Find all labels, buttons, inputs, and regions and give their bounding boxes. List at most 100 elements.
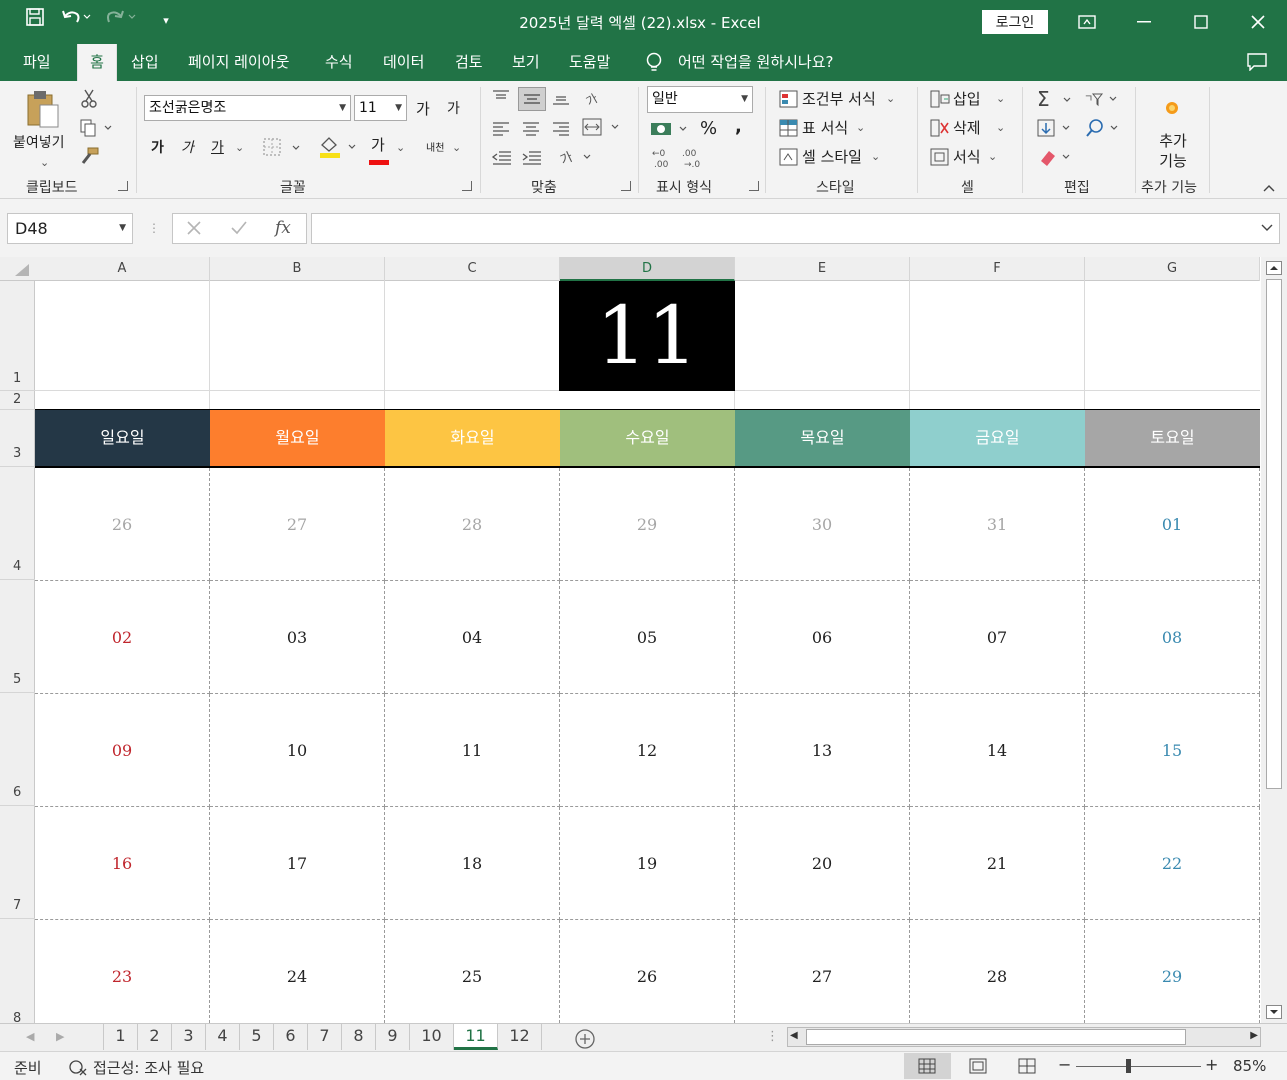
date-cell[interactable]: 28	[910, 920, 1085, 1023]
date-cell[interactable]: 25	[385, 920, 560, 1023]
sheet-tab[interactable]: 12	[498, 1024, 542, 1050]
fill-color-icon[interactable]	[318, 135, 360, 163]
scroll-down-icon[interactable]	[1266, 1005, 1282, 1023]
zoom-level[interactable]: 85%	[1233, 1057, 1266, 1075]
page-break-view-icon[interactable]	[1018, 1058, 1036, 1078]
row-header-5[interactable]: 5	[0, 580, 35, 693]
date-cell[interactable]: 14	[910, 694, 1085, 807]
sheet-tab[interactable]: 7	[308, 1024, 342, 1050]
weekday-header[interactable]: 토요일	[1085, 410, 1260, 466]
accessibility-status[interactable]: 접근성: 조사 필요	[93, 1057, 204, 1078]
row-header-4[interactable]: 4	[0, 467, 35, 580]
redo-icon[interactable]	[104, 8, 140, 34]
align-center-icon[interactable]	[521, 119, 541, 141]
collapse-ribbon-icon[interactable]	[1262, 182, 1276, 197]
tab-view[interactable]: 보기	[508, 44, 544, 81]
maximize-button[interactable]	[1172, 0, 1229, 44]
date-cell[interactable]: 10	[210, 694, 385, 807]
add-ins-icon[interactable]	[1164, 100, 1180, 120]
date-cell[interactable]: 26	[35, 468, 210, 581]
font-color-dropdown-icon[interactable]: ⌄	[396, 138, 405, 158]
worksheet-grid[interactable]: A B C D E F G 1 2 3 4 5 6 7 8 11 일요일 월요일 화…	[0, 257, 1287, 1023]
customize-qat-icon[interactable]: ▾	[158, 8, 174, 34]
conditional-formatting-icon[interactable]	[779, 90, 799, 112]
alignment-launcher-icon[interactable]	[621, 181, 631, 191]
tab-help[interactable]: 도움말	[565, 44, 614, 81]
weekday-header[interactable]: 금요일	[910, 410, 1085, 466]
number-format-combo[interactable]: 일반 ▼	[647, 86, 753, 113]
phonetic-button[interactable]: 내천	[426, 139, 444, 159]
merge-center-icon[interactable]	[582, 117, 624, 141]
font-size-combo[interactable]: 11 ▼	[354, 95, 407, 121]
formula-bar-splitter[interactable]: ⋮	[148, 221, 160, 235]
sheet-tab[interactable]: 10	[410, 1024, 454, 1050]
conditional-formatting-button[interactable]: 조건부 서식	[802, 89, 876, 109]
chevron-down-icon[interactable]: ⌄	[871, 147, 880, 167]
cut-icon[interactable]	[80, 89, 98, 113]
align-left-icon[interactable]	[491, 119, 511, 141]
font-launcher-icon[interactable]	[462, 181, 472, 191]
find-select-icon[interactable]	[1085, 118, 1125, 142]
tab-home[interactable]: 홈	[77, 44, 117, 81]
column-header-e[interactable]: E	[735, 257, 910, 281]
column-header-d[interactable]: D	[560, 257, 735, 281]
number-launcher-icon[interactable]	[749, 181, 759, 191]
row-header-1[interactable]: 1	[0, 281, 35, 391]
sheet-tab[interactable]: 9	[376, 1024, 410, 1050]
format-as-table-icon[interactable]	[779, 119, 799, 141]
autosum-icon[interactable]: Σ	[1037, 87, 1079, 114]
column-header-f[interactable]: F	[910, 257, 1085, 281]
month-number[interactable]: 11	[559, 281, 735, 391]
weekday-header[interactable]: 월요일	[210, 410, 385, 466]
comments-icon[interactable]	[1247, 53, 1267, 75]
scroll-left-icon[interactable]: ◀	[790, 1030, 798, 1041]
date-cell[interactable]: 16	[35, 807, 210, 920]
date-cell[interactable]: 07	[910, 581, 1085, 694]
add-ins-button[interactable]: 추가 기능	[1158, 131, 1188, 171]
zoom-out-icon[interactable]: −	[1058, 1055, 1071, 1074]
borders-icon[interactable]	[263, 138, 303, 162]
column-header-c[interactable]: C	[385, 257, 560, 281]
increase-indent-icon[interactable]	[521, 148, 543, 170]
date-cell[interactable]: 12	[560, 694, 735, 807]
formula-input[interactable]	[311, 213, 1280, 244]
scroll-up-icon[interactable]	[1266, 261, 1282, 279]
tab-formulas[interactable]: 수식	[321, 44, 357, 81]
paste-dropdown-icon[interactable]: ⌄	[40, 153, 49, 173]
delete-cells-icon[interactable]	[930, 119, 950, 141]
delete-cells-button[interactable]: 삭제	[953, 118, 981, 138]
date-cell[interactable]: 04	[385, 581, 560, 694]
date-cell[interactable]: 29	[1085, 920, 1260, 1023]
sheet-tab[interactable]: 4	[206, 1024, 240, 1050]
format-painter-icon[interactable]	[80, 147, 100, 169]
date-cell[interactable]: 23	[35, 920, 210, 1023]
percent-style-button[interactable]: %	[700, 119, 717, 139]
next-sheet-icon[interactable]: ▶	[56, 1030, 64, 1043]
format-cells-button[interactable]: 서식	[953, 147, 981, 167]
date-cell[interactable]: 29	[560, 468, 735, 581]
date-cell[interactable]: 26	[560, 920, 735, 1023]
align-bottom-icon[interactable]	[551, 89, 571, 111]
align-right-icon[interactable]	[551, 119, 571, 141]
normal-view-icon[interactable]	[918, 1058, 936, 1078]
phonetic-dropdown-icon[interactable]: ⌄	[452, 138, 461, 158]
sheet-tab[interactable]: 8	[342, 1024, 376, 1050]
date-cell[interactable]: 27	[735, 920, 910, 1023]
date-cell[interactable]: 05	[560, 581, 735, 694]
tab-data[interactable]: 데이터	[379, 44, 428, 81]
decrease-indent-icon[interactable]	[491, 148, 513, 170]
tell-me-search[interactable]: 어떤 작업을 원하시나요?	[674, 44, 838, 81]
format-as-table-button[interactable]: 표 서식	[802, 118, 848, 138]
date-cell[interactable]: 09	[35, 694, 210, 807]
chevron-down-icon[interactable]: ⌄	[886, 89, 895, 109]
ribbon-display-options-icon[interactable]	[1058, 0, 1115, 44]
chevron-down-icon[interactable]: ▼	[119, 214, 126, 243]
fill-icon[interactable]	[1037, 118, 1077, 142]
date-cell[interactable]: 15	[1085, 694, 1260, 807]
chevron-down-icon[interactable]: ⌄	[996, 118, 1005, 138]
sort-filter-icon[interactable]: ㄱ	[1084, 89, 1124, 113]
align-middle-icon[interactable]	[518, 87, 546, 111]
date-cell[interactable]: 18	[385, 807, 560, 920]
font-name-combo[interactable]: 조선굵은명조 ▼	[144, 95, 351, 121]
tab-review[interactable]: 검토	[451, 44, 487, 81]
